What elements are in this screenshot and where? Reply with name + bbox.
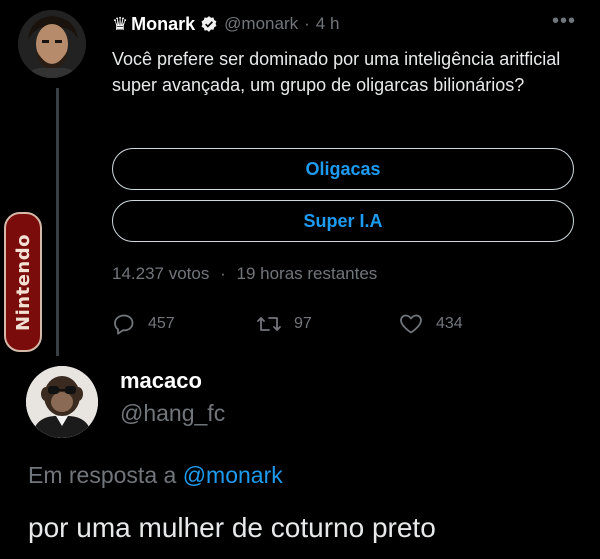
reply-context: Em resposta a @monark — [28, 462, 283, 489]
poll-option-label: Super I.A — [303, 210, 383, 231]
poll-option-oligacas[interactable]: Oligacas — [112, 148, 574, 190]
separator-dot: · — [220, 264, 226, 283]
retweet-count: 97 — [294, 315, 312, 332]
tweet-timestamp[interactable]: 4 h — [316, 14, 340, 34]
reply-author-avatar[interactable] — [26, 366, 98, 438]
reply-button[interactable]: 457 — [112, 312, 175, 336]
more-options-icon[interactable]: ••• — [552, 10, 576, 33]
reply-prefix: Em resposta a — [28, 462, 177, 488]
tweet-header: ♛ Monark @monark · 4 h — [112, 11, 339, 37]
poll-vote-count: 14.237 votos — [112, 264, 210, 283]
tweet-text: Você prefere ser dominado por uma inteli… — [112, 49, 561, 95]
author-name[interactable]: Monark — [131, 14, 195, 35]
reply-author-handle[interactable]: @hang_fc — [120, 400, 225, 427]
separator-dot: · — [304, 14, 310, 33]
reply-author-name[interactable]: macaco — [120, 368, 202, 394]
heart-icon — [400, 314, 422, 334]
poll-option-label: Oligacas — [305, 158, 381, 179]
reply-icon — [114, 314, 134, 335]
poll-meta: 14.237 votos · 19 horas restantes — [112, 264, 377, 284]
like-count: 434 — [436, 315, 463, 332]
poll-option-super-ia[interactable]: Super I.A — [112, 200, 574, 242]
nintendo-logo-overlay: Nintendo — [4, 212, 42, 352]
author-handle[interactable]: @monark — [224, 14, 298, 34]
reply-count: 457 — [148, 315, 175, 332]
verified-badge-icon — [201, 16, 217, 32]
retweet-button[interactable]: 97 — [256, 312, 312, 336]
poll-time-left: 19 horas restantes — [236, 264, 378, 283]
reply-text: por uma mulher de coturno preto — [28, 512, 436, 543]
mention-link[interactable]: @monark — [183, 462, 283, 488]
crown-icon: ♛ — [112, 13, 129, 34]
like-button[interactable]: 434 — [398, 312, 463, 336]
thread-connector-line — [56, 88, 59, 356]
nintendo-logo-text: Nintendo — [12, 233, 34, 331]
author-avatar[interactable] — [18, 10, 86, 78]
retweet-icon — [257, 317, 281, 331]
